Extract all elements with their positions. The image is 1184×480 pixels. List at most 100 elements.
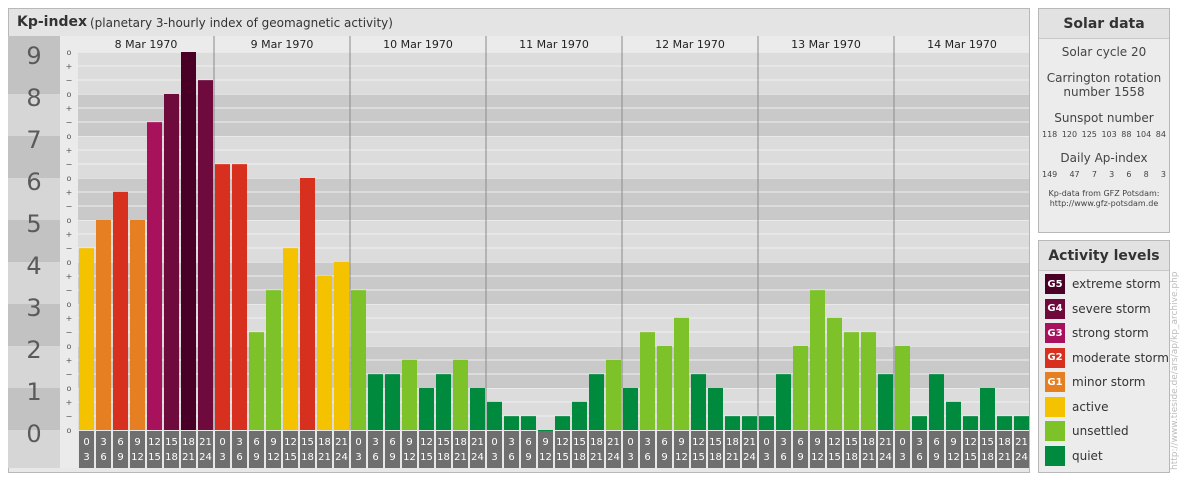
minor-tick-label: −: [66, 370, 73, 379]
hour-start-label: 9: [406, 437, 412, 448]
minor-tick-label: −: [66, 118, 73, 127]
hour-end-label: 6: [508, 452, 514, 463]
hour-end-label: 6: [916, 452, 922, 463]
minor-tick-label: o: [67, 384, 72, 393]
hour-end-label: 9: [525, 452, 531, 463]
hour-start-label: 21: [335, 437, 348, 448]
chart-title: Kp-index: [17, 14, 87, 30]
hour-end-label: 3: [83, 452, 89, 463]
hour-start-label: 9: [270, 437, 276, 448]
hour-end-label: 15: [964, 452, 977, 463]
plot-band: [78, 52, 1029, 94]
hour-end-label: 24: [879, 452, 892, 463]
hour-start-label: 21: [199, 437, 212, 448]
kp-bar: [164, 94, 179, 430]
legend-item: G1 minor storm: [1045, 372, 1145, 392]
sunspot-values: 118 120 125 103 88 104 84: [1039, 130, 1169, 139]
hour-end-label: 12: [131, 452, 144, 463]
legend-item: unsettled: [1045, 421, 1129, 441]
solar-cycle: Solar cycle 20: [1061, 45, 1147, 59]
legend-item: quiet: [1045, 445, 1103, 466]
hour-start-label: 15: [981, 437, 994, 448]
kp-bar: [504, 416, 519, 430]
hour-end-label: 24: [335, 452, 348, 463]
legend-label: minor storm: [1072, 375, 1146, 389]
kp-bar: [691, 374, 706, 430]
minor-tick-cell: [60, 94, 78, 136]
minor-tick-label: −: [66, 160, 73, 169]
legend-item: active: [1045, 396, 1108, 417]
kp-bar: [1014, 416, 1029, 430]
y-tick-label: 1: [26, 378, 41, 406]
kp-bar: [147, 122, 162, 430]
hour-end-label: 9: [389, 452, 395, 463]
legend-item: G4 severe storm: [1045, 298, 1151, 319]
hour-end-label: 6: [100, 452, 106, 463]
chart-header: Kp-index (planetary 3-hourly index of ge…: [9, 9, 1029, 37]
hour-end-label: 6: [372, 452, 378, 463]
hour-start-label: 12: [556, 437, 569, 448]
hour-start-label: 6: [797, 437, 803, 448]
minor-tick-cell: [60, 136, 78, 178]
minor-tick-label: −: [66, 244, 73, 253]
kp-bar: [419, 388, 434, 430]
hour-end-label: 12: [675, 452, 688, 463]
solar-data-title: Solar data: [1039, 9, 1169, 39]
day-label: 14 Mar 1970: [927, 38, 997, 51]
kp-bar: [300, 178, 315, 430]
hour-end-label: 3: [763, 452, 769, 463]
hour-start-label: 15: [165, 437, 178, 448]
kp-bar: [725, 416, 740, 430]
hour-end-label: 15: [556, 452, 569, 463]
hour-start-label: 0: [219, 437, 225, 448]
day-label: 11 Mar 1970: [519, 38, 589, 51]
hour-start-label: 0: [355, 437, 361, 448]
y-tick-label: 3: [26, 294, 41, 322]
hour-end-label: 15: [420, 452, 433, 463]
hour-end-label: 9: [253, 452, 259, 463]
hour-start-label: 6: [253, 437, 259, 448]
legend-label: extreme storm: [1072, 277, 1161, 291]
kp-bar: [487, 401, 502, 430]
hour-end-label: 24: [199, 452, 212, 463]
plot-band: [78, 94, 1029, 136]
kp-bar: [640, 332, 655, 430]
hour-start-label: 0: [83, 437, 89, 448]
hour-end-label: 24: [471, 452, 484, 463]
kp-bar: [351, 290, 366, 430]
minor-tick-label: o: [67, 132, 72, 141]
source-link[interactable]: http://www.gfz-potsdam.de: [1039, 199, 1169, 209]
hour-end-label: 21: [726, 452, 739, 463]
chart-subtitle: (planetary 3-hourly index of geomagnetic…: [90, 16, 393, 30]
kp-bar: [878, 374, 893, 430]
minor-tick-label: o: [67, 342, 72, 351]
sunspot-value: 103: [1101, 130, 1117, 139]
hour-start-label: 6: [389, 437, 395, 448]
hour-end-label: 21: [862, 452, 875, 463]
hour-end-label: 18: [845, 452, 858, 463]
kp-bar: [742, 416, 757, 430]
solar-data-panel: Solar data Solar cycle 20 Carrington rot…: [1038, 8, 1170, 233]
sunspot-value: 84: [1155, 130, 1166, 139]
carrington-line-2: number 1558: [1063, 85, 1145, 99]
legend-swatch: G5: [1045, 274, 1065, 294]
kp-bar: [810, 290, 825, 430]
minor-tick-label: +: [66, 272, 73, 281]
kp-bar: [470, 388, 485, 430]
hour-start-label: 12: [148, 437, 161, 448]
kp-bar: [181, 52, 196, 430]
minor-tick-label: −: [66, 328, 73, 337]
minor-tick-label: −: [66, 286, 73, 295]
hour-start-label: 9: [134, 437, 140, 448]
kp-bar: [368, 374, 383, 430]
sunspot-title: Sunspot number: [1054, 111, 1154, 125]
hour-end-label: 12: [947, 452, 960, 463]
hour-start-label: 21: [471, 437, 484, 448]
minor-tick-cell: [60, 388, 78, 430]
hour-end-label: 24: [607, 452, 620, 463]
minor-tick-cell: [60, 346, 78, 388]
kp-bar: [759, 416, 774, 430]
hour-start-label: 18: [862, 437, 875, 448]
legend-label: quiet: [1072, 448, 1103, 463]
kp-bar: [572, 401, 587, 430]
